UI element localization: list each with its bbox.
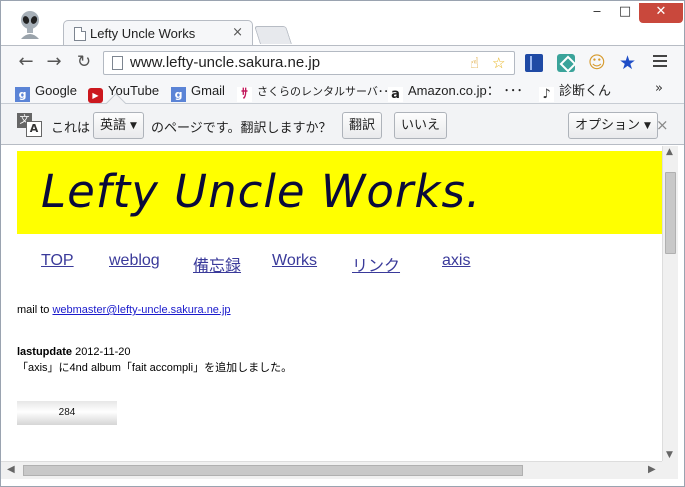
new-tab-button[interactable] <box>254 26 292 44</box>
shindan-icon: ♪ <box>539 87 554 102</box>
browser-window: Lefty Uncle Works × ‒ □ ✕ ← → ↻ www.left… <box>0 0 685 487</box>
language-select[interactable]: 英語 ▼ <box>93 112 144 139</box>
tab-title: Lefty Uncle Works <box>90 26 196 41</box>
bookmark-label: さくらのレンタルサーバ･･･ <box>257 86 395 98</box>
nav-link-weblog[interactable]: weblog <box>109 252 160 270</box>
mail-line: mail to webmaster@lefty-uncle.sakura.ne.… <box>17 304 231 316</box>
scroll-down-icon[interactable]: ▼ <box>666 450 673 460</box>
nav-link-axis[interactable]: axis <box>442 252 470 270</box>
shield-extension-icon[interactable] <box>557 54 575 72</box>
infobar-close-icon[interactable]: × <box>656 116 669 134</box>
bookmark-shindan[interactable]: ♪ 診断くん <box>539 82 612 102</box>
horizontal-scroll-thumb[interactable] <box>23 465 523 476</box>
youtube-icon: ▶ <box>88 88 103 103</box>
cat-extension-icon[interactable]: ☺ <box>588 54 606 72</box>
address-bar[interactable]: www.lefty-uncle.sakura.ne.jp ☝ ☆ <box>103 51 515 75</box>
star-extension-icon[interactable]: ★ <box>619 54 637 73</box>
toolbar: ← → ↻ www.lefty-uncle.sakura.ne.jp ☝ ☆ ☺… <box>1 45 684 79</box>
lastupdate-label: lastupdate <box>17 346 73 358</box>
lastupdate-line: lastupdate 2012-11-20 <box>17 346 131 358</box>
translate-button[interactable]: 翻訳 <box>342 112 383 139</box>
menu-icon[interactable] <box>653 55 667 69</box>
amazon-icon: a <box>388 87 403 102</box>
bookmark-sakura[interactable]: ｻ さくらのレンタルサーバ･･･ <box>237 82 395 102</box>
no-button[interactable]: いいえ <box>394 112 448 139</box>
bookmarks-bar: g Google ▶ YouTube g Gmail ｻさくらのレンタルサーバ･･･ … <box>1 79 684 103</box>
scroll-left-icon[interactable]: ◀ <box>7 464 15 475</box>
nav-link-memo[interactable]: 備忘録 <box>193 252 241 276</box>
access-counter: 284 <box>17 401 117 425</box>
forward-button[interactable]: → <box>43 52 65 74</box>
translate-icon: 文 A <box>17 113 43 137</box>
close-window-button[interactable]: ✕ <box>639 3 683 23</box>
page-icon <box>74 27 86 41</box>
chevron-down-icon: ▼ <box>130 121 137 131</box>
bookmark-label: Gmail <box>191 83 225 98</box>
bookmark-gmail[interactable]: g Gmail <box>171 82 225 102</box>
url-text[interactable]: www.lefty-uncle.sakura.ne.jp <box>130 54 320 71</box>
options-button[interactable]: オプション ▼ <box>568 112 658 139</box>
mail-link[interactable]: webmaster@lefty-uncle.sakura.ne.jp <box>52 304 230 316</box>
reload-button[interactable]: ↻ <box>73 52 95 74</box>
translate-hint-icon[interactable]: ☝ <box>470 55 479 71</box>
bookmark-amazon[interactable]: a Amazon.co.jp： ･･･ <box>388 82 523 102</box>
site-banner: Lefty Uncle Works. <box>17 151 662 234</box>
alien-avatar-icon[interactable] <box>15 9 45 39</box>
update-message: 「axis」に4nd album「fait accompli」を追加しました。 <box>17 362 293 374</box>
tab-strip: Lefty Uncle Works × ‒ □ ✕ <box>1 1 684 47</box>
lastupdate-date: 2012-11-20 <box>72 346 131 358</box>
google-icon: g <box>15 87 30 102</box>
tab-close-icon[interactable]: × <box>232 25 243 40</box>
minimize-button[interactable]: ‒ <box>583 3 611 23</box>
site-nav: TOP weblog 備忘録 Works リンク axis <box>1 252 662 276</box>
horizontal-scrollbar[interactable]: ◀ ▶ <box>1 461 662 479</box>
page-icon <box>112 56 123 70</box>
vertical-scroll-thumb[interactable] <box>665 172 676 254</box>
nav-link-links[interactable]: リンク <box>352 252 400 276</box>
chevron-down-icon: ▼ <box>644 121 651 131</box>
maximize-button[interactable]: □ <box>611 3 639 23</box>
infobar-suffix: のページです。翻訳しますか？ <box>151 121 332 136</box>
page-viewport: Lefty Uncle Works. TOP weblog 備忘録 Works … <box>1 146 662 461</box>
bookmark-youtube[interactable]: ▶ YouTube <box>88 82 159 103</box>
scroll-up-icon[interactable]: ▲ <box>666 147 673 157</box>
nav-link-top[interactable]: TOP <box>41 252 74 270</box>
scroll-corner <box>662 461 678 479</box>
gmail-icon: g <box>171 87 186 102</box>
back-button[interactable]: ← <box>15 52 37 74</box>
bookmark-label: Google <box>35 83 77 98</box>
sakura-icon: ｻ <box>237 87 252 102</box>
banner-title: Lefty Uncle Works. <box>41 165 482 218</box>
bookmark-label: Amazon.co.jp： ･･･ <box>408 83 523 98</box>
nav-link-works[interactable]: Works <box>272 252 317 270</box>
infobar-prefix: これは <box>51 121 91 136</box>
translate-infobar: 文 A これは 英語 ▼ のページです。翻訳しますか？ 翻訳 いいえ オプション ▼… <box>1 93 684 145</box>
bookmark-label: 診断くん <box>559 83 612 98</box>
bookmark-star-icon[interactable]: ☆ <box>492 55 505 71</box>
scroll-right-icon[interactable]: ▶ <box>648 464 656 475</box>
book-extension-icon[interactable] <box>525 54 543 72</box>
bookmark-google[interactable]: g Google <box>15 82 77 102</box>
bookmarks-more-icon[interactable]: » <box>655 81 663 96</box>
tab-active[interactable]: Lefty Uncle Works × <box>63 20 253 47</box>
vertical-scrollbar[interactable]: ▲ ▼ <box>662 146 678 461</box>
